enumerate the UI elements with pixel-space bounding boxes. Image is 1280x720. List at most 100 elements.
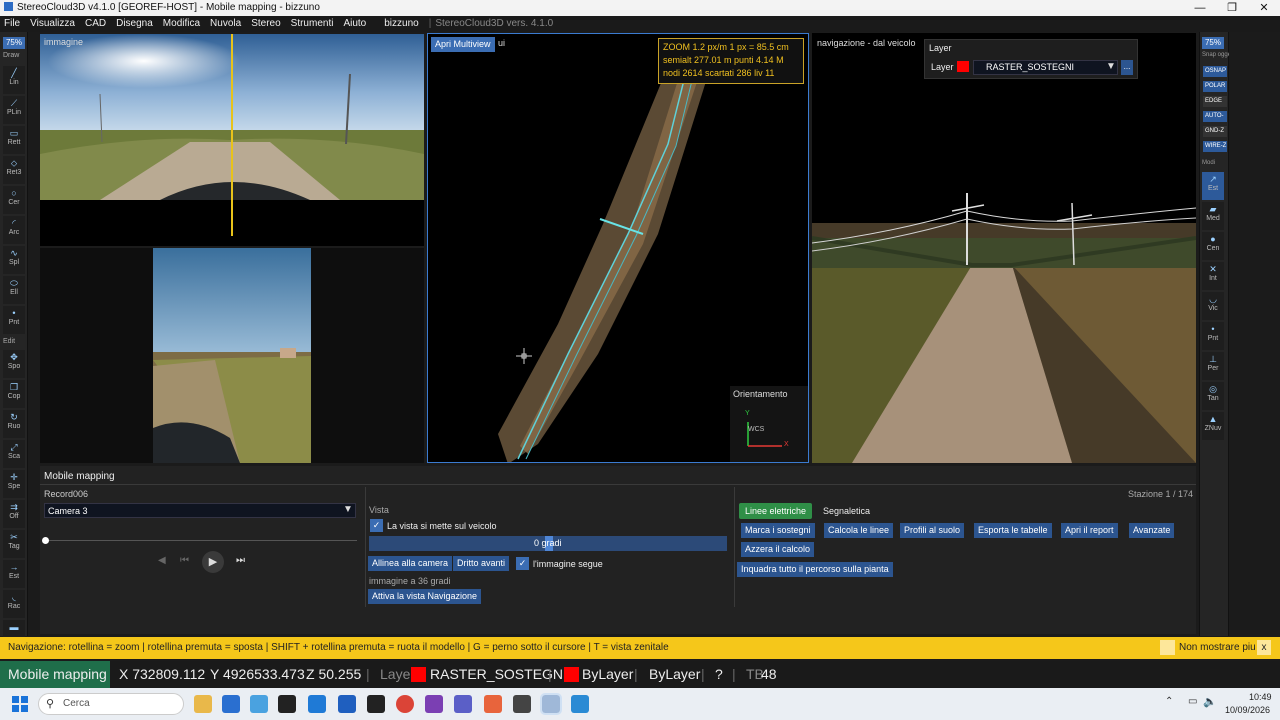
status-layer[interactable]: RASTER_SOSTEGNI <box>430 661 567 688</box>
snap-toggle-osnap[interactable]: OSNAP <box>1203 66 1227 77</box>
tool-plin-button[interactable]: ⟋ PLin <box>3 96 25 124</box>
tool-sca-button[interactable]: ⤢ Sca <box>3 440 25 468</box>
open-report-button[interactable]: Apri il report <box>1061 523 1118 538</box>
camera-select[interactable]: Camera 3 ▼ <box>44 503 356 518</box>
mode-tan-button[interactable]: ◎ Tan <box>1202 382 1224 410</box>
chrome-icon[interactable] <box>396 695 414 713</box>
tool-ell-button[interactable]: ⬭ Ell <box>3 276 25 304</box>
dont-show-checkbox[interactable] <box>1160 640 1175 655</box>
tool-pnt-button[interactable]: • Pnt <box>3 306 25 334</box>
navigation-pane[interactable]: navigazione - dal veicolo Layer Layer RA… <box>812 33 1196 463</box>
snap-toggle-polar[interactable]: POLAR <box>1203 81 1227 92</box>
tool-arc-button[interactable]: ◜ Arc <box>3 216 25 244</box>
maximize-button[interactable]: ❐ <box>1216 0 1248 16</box>
teams-icon[interactable] <box>454 695 472 713</box>
align-camera-button[interactable]: Allinea alla camera <box>368 556 453 571</box>
close-button[interactable]: ✕ <box>1248 0 1280 16</box>
mode-pnt-button[interactable]: • Pnt <box>1202 322 1224 350</box>
tray-chevron-icon[interactable]: ⌃ <box>1165 696 1173 707</box>
status-color[interactable]: ByLayer <box>582 661 633 688</box>
straight-ahead-button[interactable]: Dritto avanti <box>453 556 510 571</box>
menu-cad[interactable]: CAD <box>85 18 106 29</box>
mode-znuv-button[interactable]: ▲ ZNuv <box>1202 412 1224 440</box>
tab-power-lines[interactable]: Linee elettriche <box>739 503 813 519</box>
file-explorer-icon[interactable] <box>194 695 212 713</box>
skip-start-icon[interactable]: ⏮ <box>180 555 189 566</box>
layer-more-button[interactable]: ... <box>1121 60 1133 75</box>
follow-vehicle-checkbox[interactable]: ✓ <box>370 519 383 532</box>
menu-nuvola[interactable]: Nuvola <box>210 18 241 29</box>
taskbar-search[interactable]: ⚲ Cerca <box>38 693 184 715</box>
status-mode[interactable]: Mobile mapping <box>0 661 110 688</box>
menu-aiuto[interactable]: Aiuto <box>343 18 366 29</box>
app-icon[interactable] <box>571 695 589 713</box>
tool-cop-button[interactable]: ❐ Cop <box>3 380 25 408</box>
map-pane[interactable]: Apri Multiview ui ZOOM 1.2 px/m 1 px = 8… <box>427 33 809 463</box>
tool-off-button[interactable]: ⇉ Off <box>3 500 25 528</box>
tool-spl-button[interactable]: ∿ Spl <box>3 246 25 274</box>
step-back-icon[interactable]: ◀ <box>158 555 166 566</box>
chatgpt-icon[interactable] <box>367 695 385 713</box>
mode-est-button[interactable]: ↗ Est <box>1202 172 1224 200</box>
mode-vic-button[interactable]: ◡ Vic <box>1202 292 1224 320</box>
tool-tag-button[interactable]: ✂ Tag <box>3 530 25 558</box>
open-multiview-button[interactable]: Apri Multiview <box>431 37 495 52</box>
left-zoom-indicator[interactable]: 75% <box>3 37 25 49</box>
vscode-icon[interactable] <box>308 695 326 713</box>
edge-icon[interactable] <box>338 695 356 713</box>
skip-end-icon[interactable]: ⏭ <box>236 555 245 566</box>
menu-visualizza[interactable]: Visualizza <box>30 18 75 29</box>
mode-med-button[interactable]: ▰ Med <box>1202 202 1224 230</box>
mode-int-button[interactable]: ✕ Int <box>1202 262 1224 290</box>
playback-slider[interactable] <box>45 540 357 541</box>
visual-studio-icon[interactable] <box>425 695 443 713</box>
windows-start-icon[interactable] <box>12 696 28 712</box>
layer-select[interactable]: RASTER_SOSTEGNI ▼ <box>973 60 1118 75</box>
activate-navigation-button[interactable]: Attiva la vista Navigazione <box>368 589 482 604</box>
right-zoom-indicator[interactable]: 75% <box>1202 37 1224 49</box>
angle-slider[interactable]: 0 gradi <box>369 536 727 551</box>
compute-lines-button[interactable]: Calcola le linee <box>824 523 894 538</box>
image-follows-checkbox[interactable]: ✓ <box>516 557 529 570</box>
export-tables-button[interactable]: Esporta le tabelle <box>974 523 1052 538</box>
store-icon[interactable] <box>222 695 240 713</box>
slider-thumb[interactable] <box>42 537 49 544</box>
minimize-button[interactable]: — <box>1184 0 1216 16</box>
tool-lin-button[interactable]: ╱ Lin <box>3 66 25 94</box>
snap-toggle-wirez[interactable]: WIRE-Z <box>1203 141 1227 152</box>
tool-rett-button[interactable]: ▭ Rett <box>3 126 25 154</box>
volume-icon[interactable]: 🔈 <box>1203 695 1217 708</box>
mode-cen-button[interactable]: ● Cen <box>1202 232 1224 260</box>
snap-toggle-gndz[interactable]: GND-Z <box>1203 126 1227 137</box>
advanced-button[interactable]: Avanzate <box>1129 523 1175 538</box>
frame-path-button[interactable]: Inquadra tutto il percorso sulla pianta <box>737 562 893 577</box>
play-icon[interactable]: ▶ <box>202 551 224 573</box>
tool-cer-button[interactable]: ○ Cer <box>3 186 25 214</box>
image-pane[interactable]: immagine <box>40 34 424 246</box>
snap-toggle-edge[interactable]: EDGE <box>1203 96 1227 107</box>
reset-computation-button[interactable]: Azzera il calcolo <box>741 542 815 557</box>
status-linetype[interactable]: ByLayer <box>649 661 700 688</box>
claude-icon[interactable] <box>484 695 502 713</box>
menu-project[interactable]: bizzuno <box>384 18 418 29</box>
tool-ruo-button[interactable]: ↻ Ruo <box>3 410 25 438</box>
mark-supports-button[interactable]: Marca i sostegni <box>741 523 815 538</box>
terminal-icon[interactable] <box>278 695 296 713</box>
menu-stereo[interactable]: Stereo <box>251 18 280 29</box>
tool-spo-button[interactable]: ✥ Spo <box>3 350 25 378</box>
menu-strumenti[interactable]: Strumenti <box>291 18 334 29</box>
hint-close-button[interactable]: x <box>1257 640 1271 655</box>
menu-file[interactable]: File <box>4 18 20 29</box>
photo-pane[interactable] <box>40 248 424 463</box>
taskbar-time[interactable]: 10:49 <box>1249 692 1272 702</box>
status-help[interactable]: ? <box>715 661 723 688</box>
console-icon[interactable] <box>513 695 531 713</box>
menu-modifica[interactable]: Modifica <box>163 18 200 29</box>
tool-ret3-button[interactable]: ⬦ Ret3 <box>3 156 25 184</box>
tool-rac-button[interactable]: ◟ Rac <box>3 590 25 618</box>
weather-icon[interactable] <box>250 695 268 713</box>
stereocloud-icon[interactable] <box>540 693 562 715</box>
ground-profiles-button[interactable]: Profili al suolo <box>900 523 965 538</box>
taskbar-date[interactable]: 10/09/2026 <box>1225 705 1270 715</box>
tab-signage[interactable]: Segnaletica <box>818 503 875 519</box>
